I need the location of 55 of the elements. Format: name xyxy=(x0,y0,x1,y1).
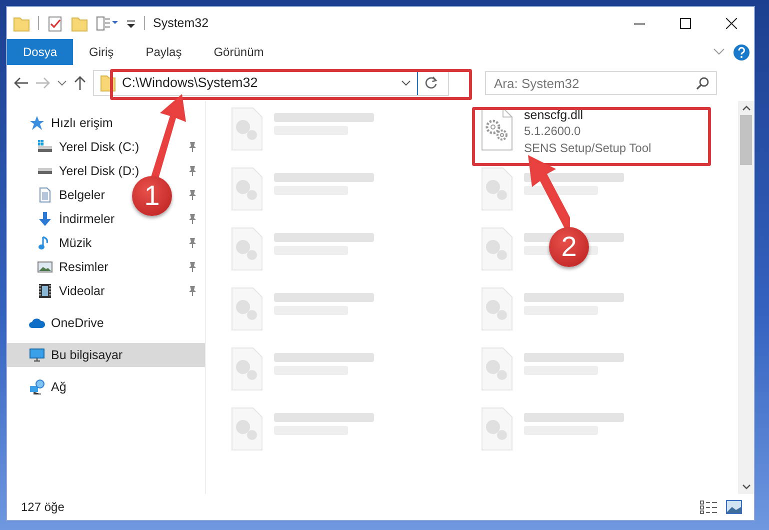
pin-icon[interactable] xyxy=(187,189,197,202)
maximize-icon xyxy=(680,18,690,28)
recent-locations-icon[interactable] xyxy=(57,79,67,87)
sidebar-item[interactable]: Müzik xyxy=(59,234,92,252)
ribbon-tab[interactable]: Paylaş xyxy=(130,39,198,65)
up-icon[interactable] xyxy=(73,75,87,91)
search-icon xyxy=(696,77,709,90)
download-icon xyxy=(37,211,53,227)
window-title: System32 xyxy=(153,14,209,32)
sidebar-item[interactable]: İndirmeler xyxy=(59,210,115,228)
network-icon xyxy=(29,379,45,395)
drive-icon xyxy=(37,139,53,155)
back-icon[interactable] xyxy=(13,76,29,90)
pin-icon[interactable] xyxy=(187,237,197,250)
item-count: 127 öğe xyxy=(21,499,64,516)
file-name[interactable]: senscfg.dll xyxy=(524,107,652,123)
picture-icon xyxy=(37,259,53,275)
dropdown-icon[interactable] xyxy=(401,80,411,86)
ribbon-tab[interactable]: Görünüm xyxy=(198,39,280,65)
sidebar-item[interactable]: Resimler xyxy=(59,258,108,276)
pin-icon[interactable] xyxy=(187,261,197,274)
properties-icon[interactable] xyxy=(47,14,63,32)
sidebar-item[interactable]: Hızlı erişim xyxy=(51,114,113,132)
monitor-icon xyxy=(29,347,45,363)
scrollbar-thumb[interactable] xyxy=(740,115,752,165)
drive-icon xyxy=(37,166,53,176)
search-field[interactable]: Ara: System32 xyxy=(485,71,717,95)
sidebar-item[interactable]: Videolar xyxy=(59,282,105,300)
sidebar-item[interactable]: Bu bilgisayar xyxy=(51,346,123,364)
pin-icon[interactable] xyxy=(187,213,197,226)
star-icon xyxy=(29,115,45,131)
sidebar-item[interactable]: Yerel Disk (C:) xyxy=(59,138,140,156)
large-icons-view-icon[interactable] xyxy=(726,500,742,514)
file-detail: 5.1.2600.0 xyxy=(524,123,582,140)
view-options-icon[interactable] xyxy=(96,14,118,32)
details-view-icon[interactable] xyxy=(700,500,718,514)
scroll-down-icon[interactable] xyxy=(742,484,750,490)
sidebar-item[interactable]: OneDrive xyxy=(51,314,104,332)
ribbon-tab[interactable]: Dosya xyxy=(7,39,74,65)
close-icon xyxy=(726,18,736,28)
ribbon-tab[interactable]: Giriş xyxy=(73,39,130,65)
scroll-up-icon[interactable] xyxy=(742,105,750,111)
refresh-icon[interactable] xyxy=(424,76,438,90)
address-bar[interactable]: C:\Windows\System32 xyxy=(93,70,449,96)
expand-ribbon-icon[interactable] xyxy=(713,48,725,56)
pin-icon[interactable] xyxy=(187,165,197,178)
sidebar-item[interactable]: Belgeler xyxy=(59,186,105,204)
file-detail: SENS Setup/Setup Tool xyxy=(524,140,652,157)
document-icon xyxy=(37,187,53,203)
sidebar-item[interactable]: Ağ xyxy=(51,378,66,396)
pin-icon[interactable] xyxy=(187,141,197,154)
pin-icon[interactable] xyxy=(187,285,197,298)
film-icon xyxy=(37,283,53,299)
help-icon[interactable] xyxy=(733,44,750,60)
address-path: C:\Windows\System32 xyxy=(122,74,258,92)
